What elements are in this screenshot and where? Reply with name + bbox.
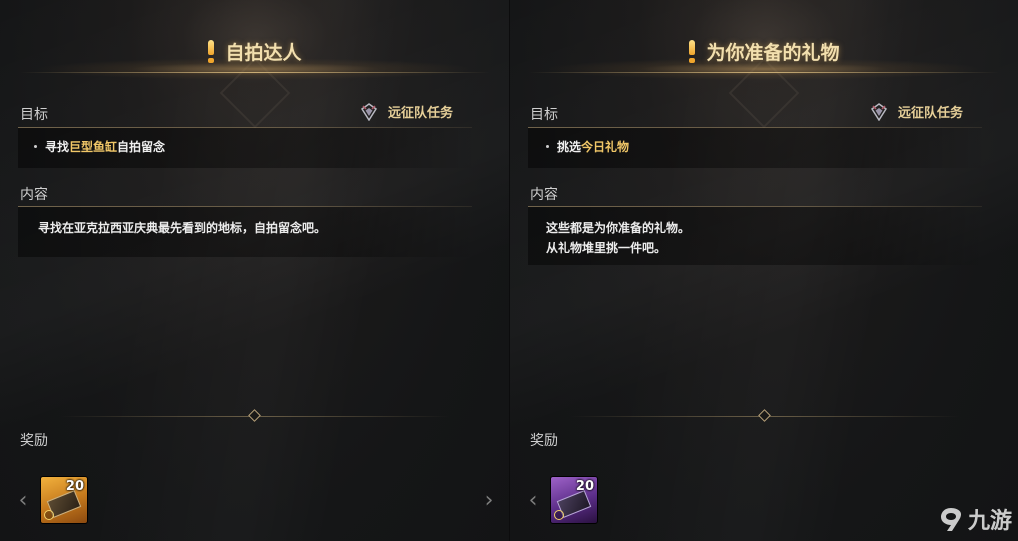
quest-panel-right: 为你准备的礼物 目标 远征队任务 挑选今日礼物 内容 这些都是为你准备的礼物。 … [509, 0, 1018, 541]
timer-icon [554, 510, 564, 520]
chevron-left-icon[interactable]: ‹ [16, 490, 30, 512]
objective-item: 寻找巨型鱼缸自拍留念 [34, 138, 165, 155]
objective-label: 目标 [20, 107, 48, 123]
content-text: 这些都是为你准备的礼物。 从礼物堆里挑一件吧。 [546, 218, 690, 258]
bullet-icon [34, 145, 37, 148]
expedition-shield-icon [360, 102, 378, 121]
quest-title-text: 为你准备的礼物 [706, 42, 840, 64]
content-text: 寻找在亚克拉西亚庆典最先看到的地标，自拍留念吧。 [38, 218, 326, 238]
objective-label: 目标 [530, 107, 558, 123]
title-underline [529, 72, 999, 73]
objective-item: 挑选今日礼物 [546, 138, 629, 155]
quest-panel-left: 自拍达人 目标 远征队任务 寻找巨型鱼缸自拍留念 内容 寻找在亚克拉西亚庆典最先… [0, 0, 509, 541]
objective-highlight: 今日礼物 [581, 140, 630, 154]
exclamation-icon [207, 39, 215, 64]
quest-title-text: 自拍达人 [225, 42, 302, 64]
timer-icon [44, 510, 54, 520]
objective-suffix: 自拍留念 [117, 140, 166, 154]
objective-prefix: 挑选 [557, 140, 582, 154]
exclamation-icon [688, 39, 696, 64]
quest-type-label: 远征队任务 [898, 106, 964, 121]
objective-prefix: 寻找 [45, 140, 70, 154]
chevron-right-icon[interactable]: › [482, 490, 496, 512]
reward-count: 20 [65, 479, 84, 494]
reward-label: 奖励 [20, 433, 48, 449]
content-line: 从礼物堆里挑一件吧。 [546, 241, 667, 255]
quest-type: 远征队任务 [360, 102, 453, 121]
objective-highlight: 巨型鱼缸 [69, 140, 118, 154]
divider-diamond-icon [248, 409, 261, 422]
watermark-text: 九游 [967, 509, 1012, 534]
divider-diamond-icon [758, 409, 771, 422]
quest-type: 远征队任务 [870, 102, 963, 121]
reward-count: 20 [575, 479, 594, 494]
quest-comparison-screen: 自拍达人 目标 远征队任务 寻找巨型鱼缸自拍留念 内容 寻找在亚克拉西亚庆典最先… [0, 0, 1018, 541]
content-label: 内容 [20, 187, 48, 203]
quest-title: 为你准备的礼物 [510, 38, 1018, 65]
title-underline [19, 72, 490, 73]
reward-label: 奖励 [530, 433, 558, 449]
content-label: 内容 [530, 187, 558, 203]
reward-item[interactable]: 20 [550, 476, 598, 524]
content-line: 寻找在亚克拉西亚庆典最先看到的地标，自拍留念吧。 [38, 221, 327, 235]
reward-item[interactable]: 20 [40, 476, 88, 524]
jiuyou-logo-icon [940, 508, 961, 531]
expedition-shield-icon [870, 102, 888, 121]
content-line: 这些都是为你准备的礼物。 [546, 221, 691, 235]
watermark: 九游 [938, 503, 1012, 535]
quest-title: 自拍达人 [0, 38, 509, 65]
chevron-left-icon[interactable]: ‹ [526, 490, 540, 512]
quest-type-label: 远征队任务 [388, 106, 454, 121]
bullet-icon [546, 145, 549, 148]
